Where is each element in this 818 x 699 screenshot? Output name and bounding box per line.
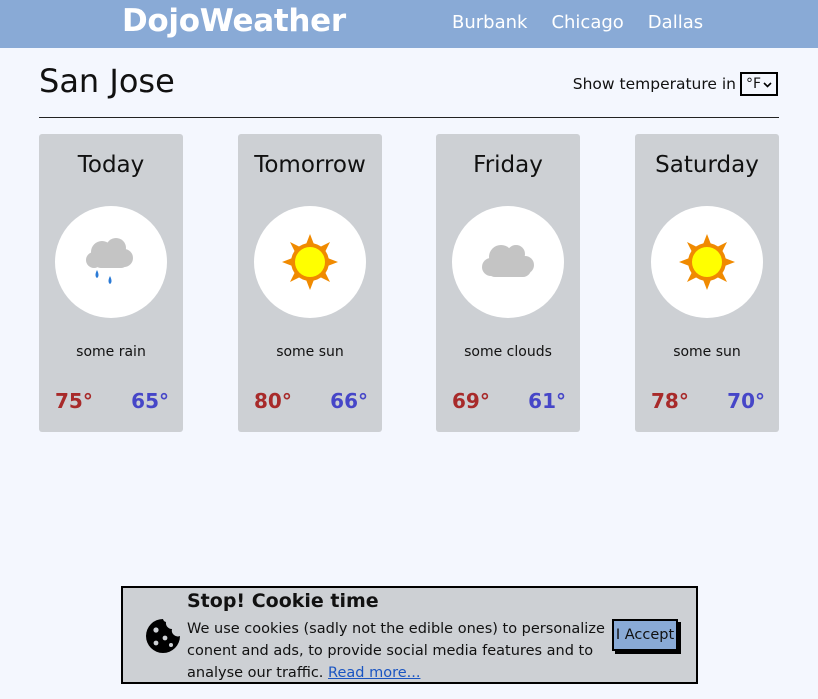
header: DojoWeather Burbank Chicago Dallas	[0, 0, 818, 48]
cookie-title: Stop! Cookie time	[187, 590, 379, 612]
low-temp: 70°	[727, 389, 765, 413]
card-description: some clouds	[464, 344, 552, 360]
high-temp: 80°	[254, 389, 292, 413]
weather-icon-circle	[651, 206, 763, 318]
forecast-cards: Today some rain 75° 65° Tomorrow some su…	[39, 134, 779, 432]
weather-icon-circle	[55, 206, 167, 318]
forecast-card-friday: Friday some clouds 69° 61°	[436, 134, 580, 432]
high-temp: 78°	[651, 389, 689, 413]
sun-icon	[679, 234, 735, 290]
brand-logo[interactable]: DojoWeather	[122, 3, 346, 39]
accept-cookies-button[interactable]: I Accept	[612, 619, 678, 651]
temperature-unit-control: Show temperature in °F	[573, 72, 778, 96]
cookie-icon	[145, 618, 181, 658]
low-temp: 65°	[131, 389, 169, 413]
weather-icon-circle	[452, 206, 564, 318]
unit-selected-value: °F	[745, 76, 762, 92]
unit-select[interactable]: °F	[740, 72, 778, 96]
unit-label: Show temperature in	[572, 75, 736, 93]
nav-link-chicago[interactable]: Chicago	[551, 12, 623, 33]
city-nav: Burbank Chicago Dallas	[452, 12, 703, 33]
cookie-banner: Stop! Cookie time We use cookies (sadly …	[121, 586, 698, 684]
forecast-card-today: Today some rain 75° 65°	[39, 134, 183, 432]
card-description: some sun	[276, 344, 344, 360]
weather-icon-circle	[254, 206, 366, 318]
high-temp: 75°	[55, 389, 93, 413]
forecast-card-tomorrow: Tomorrow some sun 80° 66°	[238, 134, 382, 432]
rain-cloud-icon	[86, 238, 133, 284]
city-title: San Jose	[39, 62, 175, 100]
card-day: Today	[77, 152, 145, 178]
nav-link-dallas[interactable]: Dallas	[648, 12, 703, 33]
low-temp: 61°	[528, 389, 566, 413]
cloud-icon	[482, 245, 534, 277]
sun-icon	[282, 234, 338, 290]
chevron-down-icon	[763, 76, 772, 92]
card-description: some rain	[76, 344, 146, 360]
card-description: some sun	[673, 344, 741, 360]
read-more-link[interactable]: Read more...	[328, 665, 420, 681]
divider	[39, 117, 779, 118]
forecast-card-saturday: Saturday some sun 78° 70°	[635, 134, 779, 432]
card-day: Friday	[473, 152, 543, 178]
high-temp: 69°	[452, 389, 490, 413]
card-day: Tomorrow	[254, 152, 366, 178]
low-temp: 66°	[330, 389, 368, 413]
nav-link-burbank[interactable]: Burbank	[452, 12, 527, 33]
card-day: Saturday	[655, 152, 759, 178]
cookie-message: We use cookies (sadly not the edible one…	[187, 618, 607, 684]
